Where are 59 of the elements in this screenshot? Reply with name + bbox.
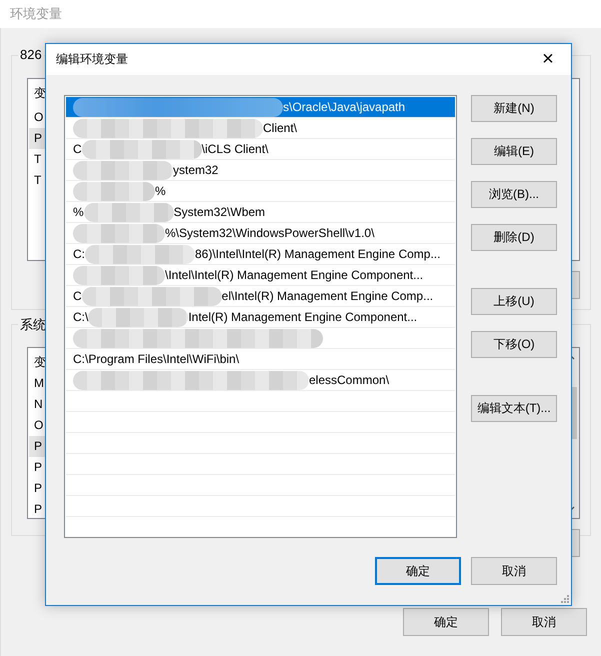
column-header: 变 [33, 354, 47, 371]
path-row[interactable]: Client\ [66, 118, 455, 139]
side-button[interactable]: 下移(O) [471, 331, 557, 358]
variable-row[interactable]: N [29, 394, 48, 415]
dialog-title: 编辑环境变量 [56, 51, 128, 68]
path-text: C:\Program Files\Intel\WiFi\bin\ [73, 352, 240, 366]
path-row[interactable]: C el\Intel(R) Management Engine Comp... [66, 286, 455, 307]
path-text: Intel(R) Management Engine Component... [188, 310, 418, 324]
path-text: el\Intel(R) Management Engine Comp... [222, 289, 434, 303]
path-row[interactable]: % System32\Wbem [66, 202, 455, 223]
path-text: % [73, 205, 84, 219]
path-text: elessCommon\ [309, 373, 390, 387]
variable-row[interactable]: P [29, 457, 48, 478]
resize-grip-icon[interactable] [560, 594, 569, 603]
path-row[interactable]: elessCommon\ [66, 370, 455, 391]
side-button[interactable]: 编辑(E) [471, 138, 557, 165]
path-list[interactable] [64, 95, 457, 538]
window-title: 环境变量 [10, 5, 62, 23]
path-row[interactable]: C: 86)\Intel\Intel(R) Management Engine Comp... [66, 244, 455, 265]
path-text: s\Oracle\Java\javapath [283, 100, 406, 114]
path-text: C [73, 142, 82, 156]
ok-button[interactable]: 确定 [403, 608, 489, 636]
side-button[interactable]: 浏览(B)... [471, 181, 557, 208]
variable-row[interactable]: T [29, 170, 46, 191]
path-text: % [155, 184, 166, 198]
path-text: 86)\Intel\Intel(R) Management Engine Comp... [195, 247, 440, 261]
path-text: C: [73, 247, 85, 261]
side-button[interactable]: 删除(D) [471, 224, 557, 251]
cancel-button[interactable]: 取消 [471, 557, 557, 585]
column-header: 变 [33, 85, 47, 102]
path-text: System32\Wbem [174, 205, 266, 219]
variable-row[interactable]: O [29, 107, 48, 128]
path-text: \Intel\Intel(R) Management Engine Component... [165, 268, 424, 282]
path-text: C:\ [73, 310, 88, 324]
path-text: %\System32\WindowsPowerShell\v1.0\ [165, 226, 374, 240]
side-button[interactable]: 上移(U) [471, 288, 557, 315]
path-row[interactable]: %\System32\WindowsPowerShell\v1.0\ [66, 223, 455, 244]
variable-row[interactable]: M [29, 373, 49, 394]
path-text: Client\ [263, 121, 298, 135]
side-button[interactable]: 编辑文本(T)... [471, 395, 557, 422]
variable-row[interactable]: P [29, 499, 48, 520]
group-label: 系统 [18, 316, 48, 334]
path-row[interactable]: \Intel\Intel(R) Management Engine Component... [66, 265, 455, 286]
path-text: ystem32 [173, 163, 218, 177]
cancel-button[interactable]: 取消 [501, 608, 587, 636]
close-button[interactable]: × [525, 44, 571, 75]
side-button[interactable]: 新建(N) [471, 95, 557, 122]
group-label: 826 [18, 47, 44, 62]
path-row[interactable]: C:\ Intel(R) Management Engine Component... [66, 307, 455, 328]
path-text: \iCLS Client\ [202, 142, 268, 156]
variable-row[interactable]: P [29, 478, 48, 499]
variable-row[interactable]: O [29, 415, 48, 436]
path-row[interactable]: % [66, 181, 455, 202]
ok-button[interactable]: 确定 [375, 557, 461, 585]
path-row[interactable]: ystem32 [66, 160, 455, 181]
variable-row[interactable]: T [29, 149, 46, 170]
path-row[interactable]: C \iCLS Client\ [66, 139, 455, 160]
path-row[interactable]: s\Oracle\Java\javapath [66, 97, 455, 118]
path-text: C [73, 289, 82, 303]
